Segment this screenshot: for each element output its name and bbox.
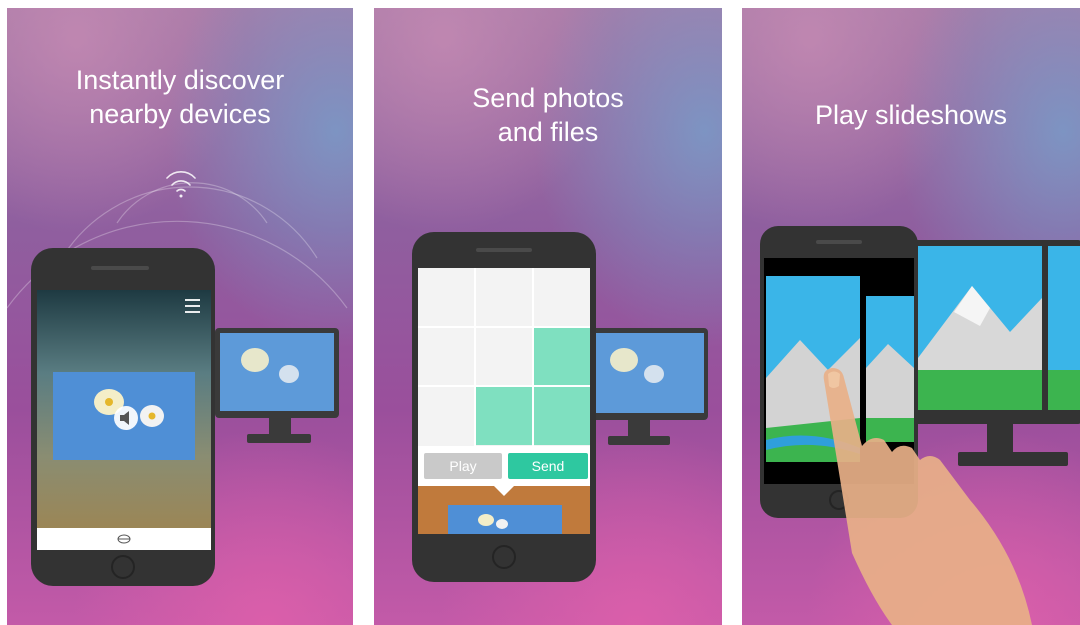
phone [31, 248, 215, 586]
play-button[interactable]: Play [424, 453, 502, 479]
send-illustration [412, 232, 708, 582]
send-button[interactable]: Send [508, 453, 588, 479]
discover-illustration [7, 171, 348, 586]
phone [412, 232, 596, 582]
promo-panel-send: Send photos and files Play Send [374, 8, 722, 625]
selected-tile[interactable] [534, 387, 590, 445]
promo-panel-discover: Instantly discover nearby devices [7, 8, 353, 625]
monitor [912, 240, 1080, 466]
selected-tile[interactable] [534, 328, 590, 385]
promo-panel-slideshow: Play slideshows [742, 8, 1080, 625]
slideshow-illustration [760, 226, 1080, 625]
preview-photo [448, 505, 562, 534]
monitor [592, 328, 708, 445]
file-grid [418, 268, 590, 446]
selected-tile[interactable] [476, 387, 532, 445]
monitor [215, 328, 339, 443]
slideshow-card[interactable] [866, 296, 914, 442]
volume-icon[interactable] [114, 406, 138, 430]
